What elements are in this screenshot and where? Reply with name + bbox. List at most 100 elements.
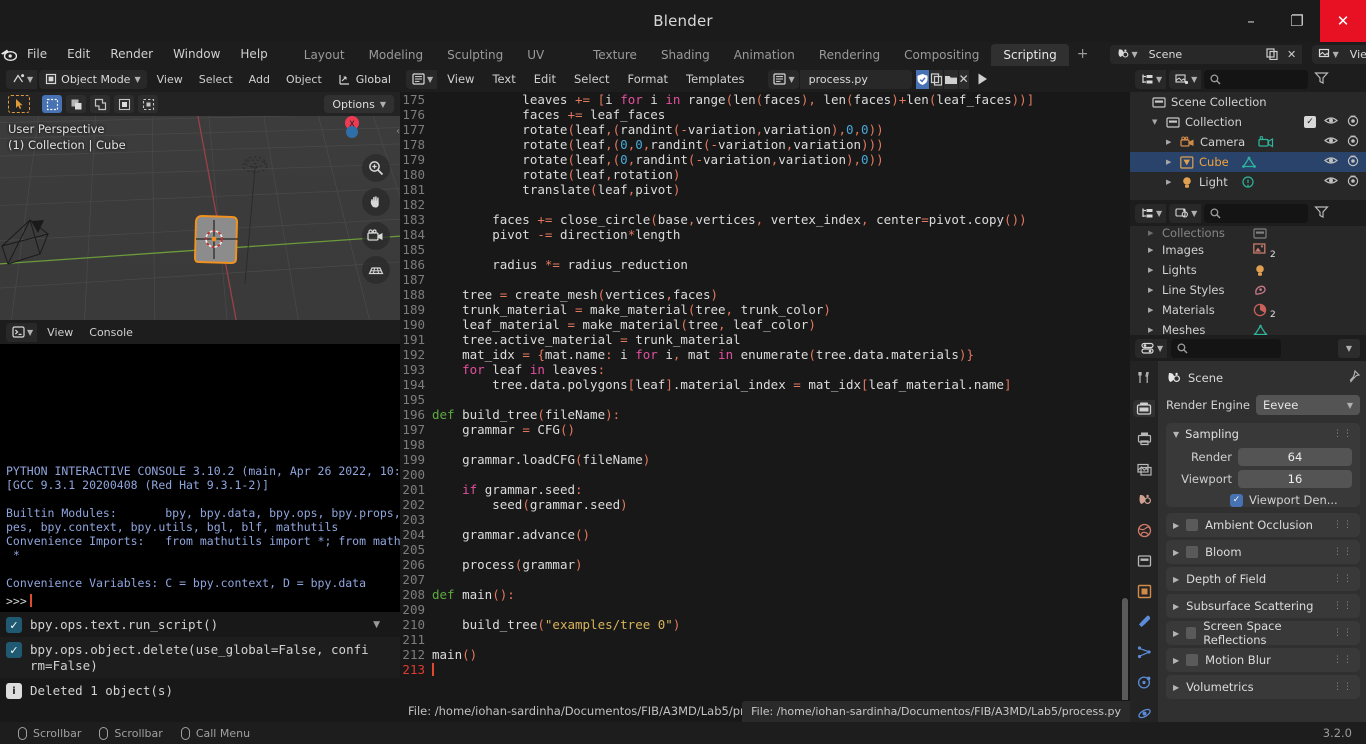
console-editor-type-icon[interactable]: ▼ [6,322,38,342]
outliner-row-scene-collection[interactable]: Scene Collection [1130,92,1366,112]
checkbox-icon[interactable] [1186,654,1199,666]
checkbox-icon[interactable] [1186,519,1199,531]
select-set-button[interactable] [42,95,62,113]
viewport-options-button[interactable]: Options ▼ [324,95,394,113]
checkbox-icon[interactable] [1186,546,1199,558]
view-layer-name-field[interactable]: ViewLayer [1342,44,1366,64]
hide-in-viewport-toggle[interactable] [1324,115,1338,129]
sampling-panel[interactable]: ▼ Sampling ⋮⋮ Render 64 Viewport 16 ✓ Vi… [1166,423,1360,507]
code-row[interactable]: 191 tree.active_material = trunk_materia… [400,332,1130,347]
viewport-samples-value[interactable]: 16 [1238,470,1352,488]
viewport-menu-view[interactable]: View [149,73,191,86]
code-row[interactable]: 210 build_tree("examples/tree 0") [400,617,1130,632]
text-editor[interactable]: ▼ View Text Edit Select Format Templates ▼ pr… [396,66,1366,722]
code-row[interactable]: 186 radius *= radius_reduction [400,257,1130,272]
render-samples-value[interactable]: 64 [1238,448,1352,466]
viewport-tool-buttons[interactable] [362,154,390,284]
register-script-icon[interactable] [915,69,929,89]
tab-constraints[interactable] [1133,705,1155,723]
info-report-panel[interactable]: ✓ bpy.ops.text.run_script() ✓ bpy.ops.objec… [0,612,400,722]
code-row[interactable]: 211 [400,632,1130,647]
outliner-row-cube[interactable]: ▶ Cube [1130,152,1366,172]
code-area[interactable]: 175 leaves += [i for i in range(len(face… [400,92,1130,700]
chevron-down-icon[interactable]: ▼ [373,620,380,630]
pan-hand-icon[interactable] [362,188,390,216]
code-row[interactable]: 213 [400,662,1130,677]
code-row[interactable]: 177 rotate(leaf,(randint(-variation,vari… [400,122,1130,137]
workspace-tab-scripting[interactable]: Scripting [991,44,1069,66]
outliner-row-light[interactable]: ▶ Light [1130,172,1366,192]
code-row[interactable]: 193 for leaf in leaves: [400,362,1130,377]
editor-menu-select[interactable]: Select [565,72,618,86]
viewport-3d[interactable]: User Perspective (1) Collection | Cube Z… [0,66,400,320]
properties-section-motion-blur[interactable]: ▶ Motion Blur ⋮⋮ [1166,648,1360,672]
close-button[interactable]: ✕ [1320,0,1366,42]
properties-editor[interactable]: ▼ ▼ Scene Render Engine Eevee ▼ ▼ Sampli… [1130,335,1366,722]
hide-in-viewport-toggle[interactable] [1324,135,1338,149]
outliner-editor-type-icon[interactable]: ▼ [1135,69,1167,89]
checkbox-icon[interactable]: ✓ [1304,116,1316,128]
properties-section-ambient-occlusion[interactable]: ▶ Ambient Occlusion ⋮⋮ [1166,513,1360,537]
tab-particles[interactable] [1133,644,1155,662]
console-output[interactable]: PYTHON INTERACTIVE CONSOLE 3.10.2 (main,… [0,344,400,612]
viewport-left-arrow-icon[interactable]: ‹ [396,126,400,137]
properties-section-depth-of-field[interactable]: ▶ Depth of Field ⋮⋮ [1166,567,1360,591]
python-console[interactable]: ▼ View Console PYTHON INTERACTIVE CONSOLE… [0,320,400,612]
minimize-button[interactable]: – [1228,0,1274,42]
new-scene-button[interactable] [1261,44,1282,64]
code-row[interactable]: 201 if grammar.seed: [400,482,1130,497]
transform-orientation[interactable]: Global [338,73,391,86]
menu-window[interactable]: Window [163,42,230,66]
code-row[interactable]: 181 translate(leaf,pivot) [400,182,1130,197]
viewport-menu-add[interactable]: Add [241,73,278,86]
code-row[interactable]: 199 grammar.loadCFG(fileName) [400,452,1130,467]
workspace-tab-animation[interactable]: Animation [722,44,807,66]
outliner-row-camera[interactable]: ▶ Camera [1130,132,1366,152]
drag-handle-icon[interactable]: ⋮⋮ [1333,601,1353,611]
hide-in-viewport-toggle[interactable] [1324,175,1338,189]
code-row[interactable]: 182 [400,197,1130,212]
code-row[interactable]: 200 [400,467,1130,482]
outliner2-search-input[interactable] [1204,203,1309,223]
code-row[interactable]: 209 [400,602,1130,617]
view-layer-selector[interactable]: ▼ ViewLayer ✕ [1311,44,1366,64]
code-row[interactable]: 196 def build_tree(fileName): [400,407,1130,422]
outliner-blender-file[interactable]: ▼ ▼ ▶ Collections ▶ Images 2 ▶ Lights ▶ Line Sty… [1130,200,1366,335]
outliner2-filter-icon[interactable] [1314,204,1330,223]
outliner-toggles[interactable] [1324,175,1360,190]
console-prompt[interactable]: >>> [6,594,32,608]
console-menu-console[interactable]: Console [81,326,141,339]
menu-help[interactable]: Help [230,42,277,66]
workspace-tab-shading[interactable]: Shading [649,44,722,66]
select-intersect-button[interactable] [138,95,158,113]
outliner-toggles[interactable]: ✓ [1304,115,1360,130]
console-menu-view[interactable]: View [39,326,81,339]
code-row[interactable]: 202 seed(grammar.seed) [400,497,1130,512]
maximize-button[interactable]: ❐ [1274,0,1320,42]
code-row[interactable]: 189 trunk_material = make_material(tree,… [400,302,1130,317]
viewport-menu-select[interactable]: Select [191,73,241,86]
code-row[interactable]: 175 leaves += [i for i in range(len(face… [400,92,1130,107]
tab-render[interactable] [1133,399,1155,417]
code-row[interactable]: 197 grammar = CFG() [400,422,1130,437]
viewport-denoising-row[interactable]: ✓ Viewport Den... [1230,493,1352,507]
code-row[interactable]: 194 tree.data.polygons[leaf].material_in… [400,377,1130,392]
scene-browse-icon[interactable]: ▼ [1110,44,1142,64]
disable-in-render-toggle[interactable] [1346,155,1360,170]
editor-scrollbar[interactable] [1122,128,1128,700]
workspace-tab-compositing[interactable]: Compositing [892,44,991,66]
chevron-right-icon[interactable]: ▶ [1148,229,1157,237]
drag-handle-icon[interactable]: ⋮⋮ [1333,628,1353,638]
drag-handle-icon[interactable]: ⋮⋮ [1333,682,1353,692]
code-row[interactable]: 205 [400,542,1130,557]
outliner2-editor-type-icon[interactable]: ▼ [1135,203,1167,223]
code-row[interactable]: 188 tree = create_mesh(vertices,faces) [400,287,1130,302]
outliner2-tree[interactable]: ▶ Collections ▶ Images 2 ▶ Lights ▶ Line Styles ▶… [1130,226,1366,335]
workspace-tab-uv-editing[interactable]: UV Editing [515,44,581,84]
outliner[interactable]: ▼ ▼ Scene Collection ▼ Collection ✓ ▶ Camera ▶… [1130,66,1366,200]
properties-section-volumetrics[interactable]: ▶ Volumetrics ⋮⋮ [1166,675,1360,699]
properties-editor-type-icon[interactable]: ▼ [1135,338,1168,358]
view-layer-browse-icon[interactable]: ▼ [1311,44,1343,64]
chevron-right-icon[interactable]: ▶ [1166,178,1175,186]
tab-physics[interactable] [1133,674,1155,692]
